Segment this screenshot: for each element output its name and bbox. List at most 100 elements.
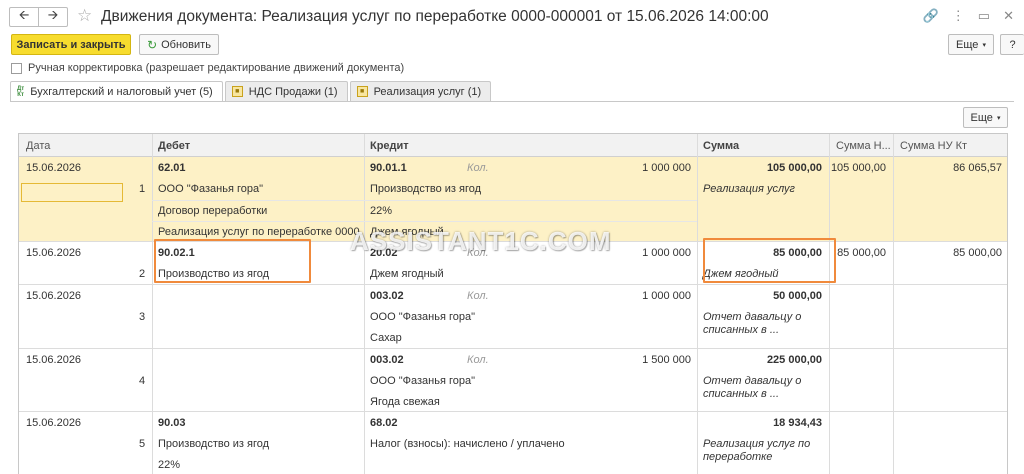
credit-subconto-2: Сахар — [370, 332, 402, 344]
register-icon: ■ — [356, 86, 368, 97]
qty-value: 1 500 000 — [642, 354, 691, 366]
table-row[interactable]: 15.06.2026 4 003.02 Кол. 1 500 000 ООО "… — [19, 349, 1007, 412]
debit-account: 62.01 — [158, 162, 186, 174]
credit-subconto-2: Ягода свежая — [370, 396, 440, 408]
credit-subconto-1: ООО "Фазанья гора" — [370, 311, 475, 323]
refresh-button[interactable]: ↻ Обновить — [139, 34, 219, 55]
favorite-star-icon[interactable]: ☆ — [77, 6, 92, 26]
dt-kt-icon: Дт Кт — [17, 86, 25, 98]
title-bar: 🡨 🡪 ☆ Движения документа: Реализация усл… — [0, 0, 1024, 32]
help-icon: ? — [1009, 38, 1016, 51]
header-sum-nu-kt[interactable]: Сумма НУ Кт — [900, 140, 967, 152]
sum-nu-kt-value: 86 065,57 — [953, 162, 1002, 174]
tab-bar: Дт Кт Бухгалтерский и налоговый учет (5) … — [10, 81, 492, 102]
watermark: ASSISTANT1C.COM — [350, 226, 612, 256]
row-date: 15.06.2026 — [26, 290, 82, 302]
entries-table: Дата Дебет Кредит Сумма Сумма Н... Сумма… — [18, 133, 1008, 474]
help-button[interactable]: ? — [1000, 34, 1024, 55]
debit-highlight-frame — [154, 239, 311, 283]
header-sum-nu-dt[interactable]: Сумма Н... — [836, 140, 891, 152]
table-row[interactable]: 15.06.2026 5 90.03 Производство из ягод … — [19, 412, 1007, 474]
qty-value: 1 000 000 — [642, 247, 691, 259]
credit-subconto-1: Джем ягодный — [370, 268, 444, 280]
header-debit[interactable]: Дебет — [158, 140, 190, 152]
row-number: 4 — [139, 375, 146, 387]
row-date: 15.06.2026 — [26, 162, 82, 174]
qty-value: 1 000 000 — [642, 162, 691, 174]
credit-account: 68.02 — [370, 417, 398, 429]
tab-accounting[interactable]: Дт Кт Бухгалтерский и налоговый учет (5) — [10, 81, 223, 102]
dropdown-arrow-icon: ▾ — [982, 41, 986, 49]
debit-account: 90.03 — [158, 417, 186, 429]
credit-subconto-1: ООО "Фазанья гора" — [370, 375, 475, 387]
debit-subconto-3: Реализация услуг по переработке 0000... — [158, 226, 363, 238]
sum-value: 225 000,00 — [766, 354, 822, 366]
forward-arrow-icon[interactable]: 🡪 — [39, 7, 67, 26]
content-text: Реализация услуг по переработке — [703, 438, 811, 463]
selected-cell-frame — [21, 183, 123, 202]
sum-highlight-frame — [703, 238, 836, 283]
qty-label: Кол. — [467, 162, 489, 174]
maximize-icon[interactable]: ▭ — [978, 8, 990, 24]
close-icon[interactable]: ✕ — [1003, 8, 1014, 24]
qty-label: Кол. — [467, 290, 489, 302]
content-text: Реализация услуг — [703, 183, 795, 195]
row-date: 15.06.2026 — [26, 417, 82, 429]
row-date: 15.06.2026 — [26, 247, 82, 259]
refresh-label: Обновить — [161, 38, 211, 51]
register-icon: ■ — [231, 86, 243, 97]
table-row[interactable]: 15.06.2026 3 003.02 Кол. 1 000 000 ООО "… — [19, 285, 1007, 349]
sum-nu-kt-value: 85 000,00 — [953, 247, 1002, 259]
credit-account: 003.02 — [370, 354, 404, 366]
table-more-button[interactable]: Еще ▾ — [963, 107, 1008, 128]
sum-value: 18 934,43 — [773, 417, 822, 429]
debit-subconto-2: Договор переработки — [158, 205, 268, 217]
header-sum[interactable]: Сумма — [703, 140, 739, 152]
qty-value: 1 000 000 — [642, 290, 691, 302]
back-arrow-icon[interactable]: 🡨 — [10, 7, 39, 26]
toolbar: Записать и закрыть ↻ Обновить Еще ▾ ? — [0, 33, 1024, 55]
credit-account: 003.02 — [370, 290, 404, 302]
debit-subconto-2: 22% — [158, 459, 181, 471]
content-text: Отчет давальцу о списанных в ... — [703, 311, 802, 336]
sum-nu-dt-value: 105 000,00 — [830, 162, 886, 174]
row-number: 1 — [139, 183, 146, 195]
content-text: Отчет давальцу о списанных в ... — [703, 375, 802, 400]
refresh-icon: ↻ — [147, 37, 158, 52]
credit-subconto-1: Налог (взносы): начислено / уплачено — [370, 438, 565, 450]
nav-buttons: 🡨 🡪 — [9, 7, 68, 27]
table-more-label: Еще — [970, 111, 993, 124]
tab-vat-sales-label: НДС Продажи (1) — [248, 85, 338, 98]
qty-label: Кол. — [467, 354, 489, 366]
dropdown-arrow-icon: ▾ — [996, 114, 1001, 122]
tab-services-sales-label: Реализация услуг (1) — [373, 85, 482, 98]
sum-value: 50 000,00 — [773, 290, 822, 302]
manual-edit-label: Ручная корректировка (разрешает редактир… — [28, 62, 405, 74]
header-credit[interactable]: Кредит — [370, 140, 409, 152]
manual-edit-checkbox[interactable] — [11, 62, 22, 74]
sum-nu-dt-value: 85 000,00 — [837, 247, 886, 259]
tab-accounting-label: Бухгалтерский и налоговый учет (5) — [30, 86, 213, 98]
row-date: 15.06.2026 — [26, 354, 82, 366]
title-icons: 🔗 ⋮ ▭ ✕ — [923, 8, 1014, 24]
credit-subconto-1: Производство из ягод — [370, 183, 482, 195]
row-number: 5 — [139, 438, 146, 450]
tab-vat-sales[interactable]: ■ НДС Продажи (1) — [224, 81, 348, 101]
tab-services-sales[interactable]: ■ Реализация услуг (1) — [349, 81, 492, 101]
debit-subconto-1: Производство из ягод — [158, 438, 270, 450]
manual-edit-row: Ручная корректировка (разрешает редактир… — [11, 62, 404, 74]
row-number: 2 — [139, 268, 146, 280]
tab-divider — [10, 101, 1014, 102]
credit-subconto-2: 22% — [370, 205, 393, 217]
table-header: Дата Дебет Кредит Сумма Сумма Н... Сумма… — [19, 134, 1007, 157]
debit-subconto-1: ООО "Фазанья гора" — [158, 183, 263, 195]
row-number: 3 — [139, 311, 146, 323]
save-and-close-button[interactable]: Записать и закрыть — [11, 34, 131, 55]
more-vertical-icon[interactable]: ⋮ — [952, 8, 965, 24]
window-title: Движения документа: Реализация услуг по … — [101, 8, 769, 25]
credit-account: 90.01.1 — [370, 162, 407, 174]
link-icon[interactable]: 🔗 — [923, 8, 939, 24]
header-date[interactable]: Дата — [26, 140, 50, 152]
more-label: Еще — [956, 38, 979, 51]
more-button[interactable]: Еще ▾ — [948, 34, 994, 55]
